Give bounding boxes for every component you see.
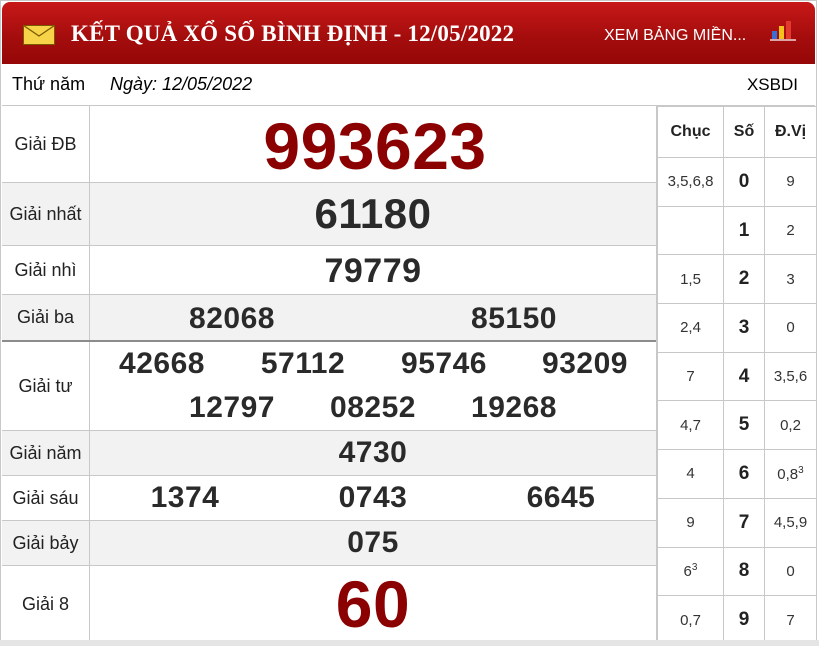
loto-table: Chục Số Đ.Vị 3,5,6,8 0 9 1 2 1,5 2 3 2,4… <box>656 106 817 645</box>
prize-number: 08252 <box>330 391 416 424</box>
loto-dvi: 0 <box>764 546 817 597</box>
loto-chuc: 0,7 <box>657 595 724 645</box>
prize-label: Giải nhất <box>2 183 90 245</box>
loto-so: 7 <box>723 497 765 548</box>
loto-row: 3,5,6,8 0 9 <box>657 157 817 207</box>
loto-dvi-superscript: 3 <box>798 464 804 476</box>
prize-number: 993623 <box>263 109 487 183</box>
view-region-table-link[interactable]: XEM BẢNG MIỀN... <box>604 27 746 45</box>
loto-header-so: Số <box>723 106 765 158</box>
prize-row-second: Giải nhì 79779 <box>2 246 656 295</box>
prize-number: 12797 <box>189 391 275 424</box>
prize-row-fourth: Giải tư 42668 57112 95746 93209 12797 08… <box>2 342 656 431</box>
prize-number: 0743 <box>338 481 408 514</box>
prize-number: 1374 <box>150 481 220 514</box>
lottery-code: XSBDI <box>746 75 798 94</box>
loto-row: 1,5 2 3 <box>657 254 817 305</box>
prize-row-first: Giải nhất 61180 <box>2 183 656 246</box>
prize-number: 4730 <box>338 436 408 469</box>
loto-chuc: 4,7 <box>657 400 724 451</box>
prize-row-sixth: Giải sáu 1374 0743 6645 <box>2 476 656 521</box>
prize-number: 6645 <box>526 481 596 514</box>
day-of-week: Thứ năm <box>12 74 86 94</box>
prize-row-fifth: Giải năm 4730 <box>2 431 656 476</box>
date-bar: Thứ năm Ngày: 12/05/2022 XSBDI <box>2 64 815 106</box>
prize-number: 61180 <box>314 190 432 237</box>
loto-chuc: 3,5,6,8 <box>657 157 724 207</box>
prize-label: Giải 8 <box>2 566 90 642</box>
prize-label: Giải bảy <box>2 521 90 565</box>
loto-chuc: 1,5 <box>657 254 724 305</box>
prize-number: 93209 <box>542 347 628 380</box>
prize-label: Giải tư <box>2 342 90 430</box>
prize-row-special: Giải ĐB 993623 <box>2 106 656 183</box>
prize-row-eighth: Giải 8 60 <box>2 566 656 642</box>
loto-dvi: 3 <box>764 254 817 305</box>
loto-dvi: 3,5,6 <box>764 351 817 402</box>
loto-chuc <box>657 205 724 256</box>
loto-dvi: 7 <box>764 595 817 645</box>
loto-chuc: 7 <box>657 351 724 402</box>
loto-header-chuc: Chục <box>657 106 724 158</box>
loto-so: 8 <box>723 546 765 597</box>
loto-chuc-value: 6 <box>683 563 692 581</box>
prize-label: Giải sáu <box>2 476 90 520</box>
header-bar: KẾT QUẢ XỔ SỐ BÌNH ĐỊNH - 12/05/2022 XEM… <box>2 2 815 64</box>
loto-dvi-value: 0,8 <box>777 465 799 483</box>
loto-dvi: 0,83 <box>764 449 817 499</box>
loto-chuc: 9 <box>657 497 724 548</box>
prize-number: 82068 <box>189 302 275 335</box>
prize-row-seventh: Giải bảy 075 <box>2 521 656 566</box>
page-title: KẾT QUẢ XỔ SỐ BÌNH ĐỊNH - 12/05/2022 <box>71 21 515 46</box>
loto-so: 4 <box>723 351 765 402</box>
prize-label: Giải năm <box>2 431 90 475</box>
loto-so: 0 <box>723 157 765 207</box>
loto-dvi: 0,2 <box>764 400 817 451</box>
prize-number: 79779 <box>324 252 422 290</box>
loto-row: 4,7 5 0,2 <box>657 400 817 451</box>
prize-label: Giải ĐB <box>2 106 90 182</box>
prize-number: 85150 <box>471 302 557 335</box>
loto-so: 5 <box>723 400 765 451</box>
prize-number: 60 <box>335 567 411 641</box>
prize-number: 95746 <box>401 347 487 380</box>
prize-row-third: Giải ba 82068 85150 <box>2 295 656 342</box>
prize-number: 075 <box>347 526 399 559</box>
loto-chuc: 2,4 <box>657 303 724 353</box>
loto-header-dvi: Đ.Vị <box>764 106 817 158</box>
loto-chuc: 63 <box>657 546 724 597</box>
loto-dvi: 4,5,9 <box>764 497 817 548</box>
loto-chuc-superscript: 3 <box>691 562 698 574</box>
loto-row: 2,4 3 0 <box>657 303 817 353</box>
loto-row: 1 2 <box>657 205 817 256</box>
loto-dvi: 0 <box>764 303 817 353</box>
loto-row: 0,7 9 7 <box>657 595 817 645</box>
loto-so: 2 <box>723 254 765 305</box>
prize-number: 19268 <box>471 391 557 424</box>
envelope-icon <box>23 25 55 45</box>
loto-dvi: 2 <box>764 205 817 256</box>
bottom-divider <box>0 640 819 646</box>
prize-label: Giải ba <box>2 295 90 340</box>
loto-so: 1 <box>723 205 765 256</box>
prize-number: 57112 <box>260 347 346 380</box>
loto-chuc: 4 <box>657 449 724 499</box>
loto-row: 9 7 4,5,9 <box>657 497 817 548</box>
prize-label: Giải nhì <box>2 246 90 294</box>
bar-chart-icon[interactable] <box>770 19 796 41</box>
loto-row: 7 4 3,5,6 <box>657 351 817 402</box>
loto-so: 3 <box>723 303 765 353</box>
loto-so: 9 <box>723 595 765 645</box>
loto-dvi: 9 <box>764 157 817 207</box>
loto-so: 6 <box>723 449 765 499</box>
prize-number: 42668 <box>119 347 205 380</box>
loto-row: 63 8 0 <box>657 546 817 597</box>
draw-date: Ngày: 12/05/2022 <box>110 74 253 94</box>
loto-row: 4 6 0,83 <box>657 449 817 499</box>
